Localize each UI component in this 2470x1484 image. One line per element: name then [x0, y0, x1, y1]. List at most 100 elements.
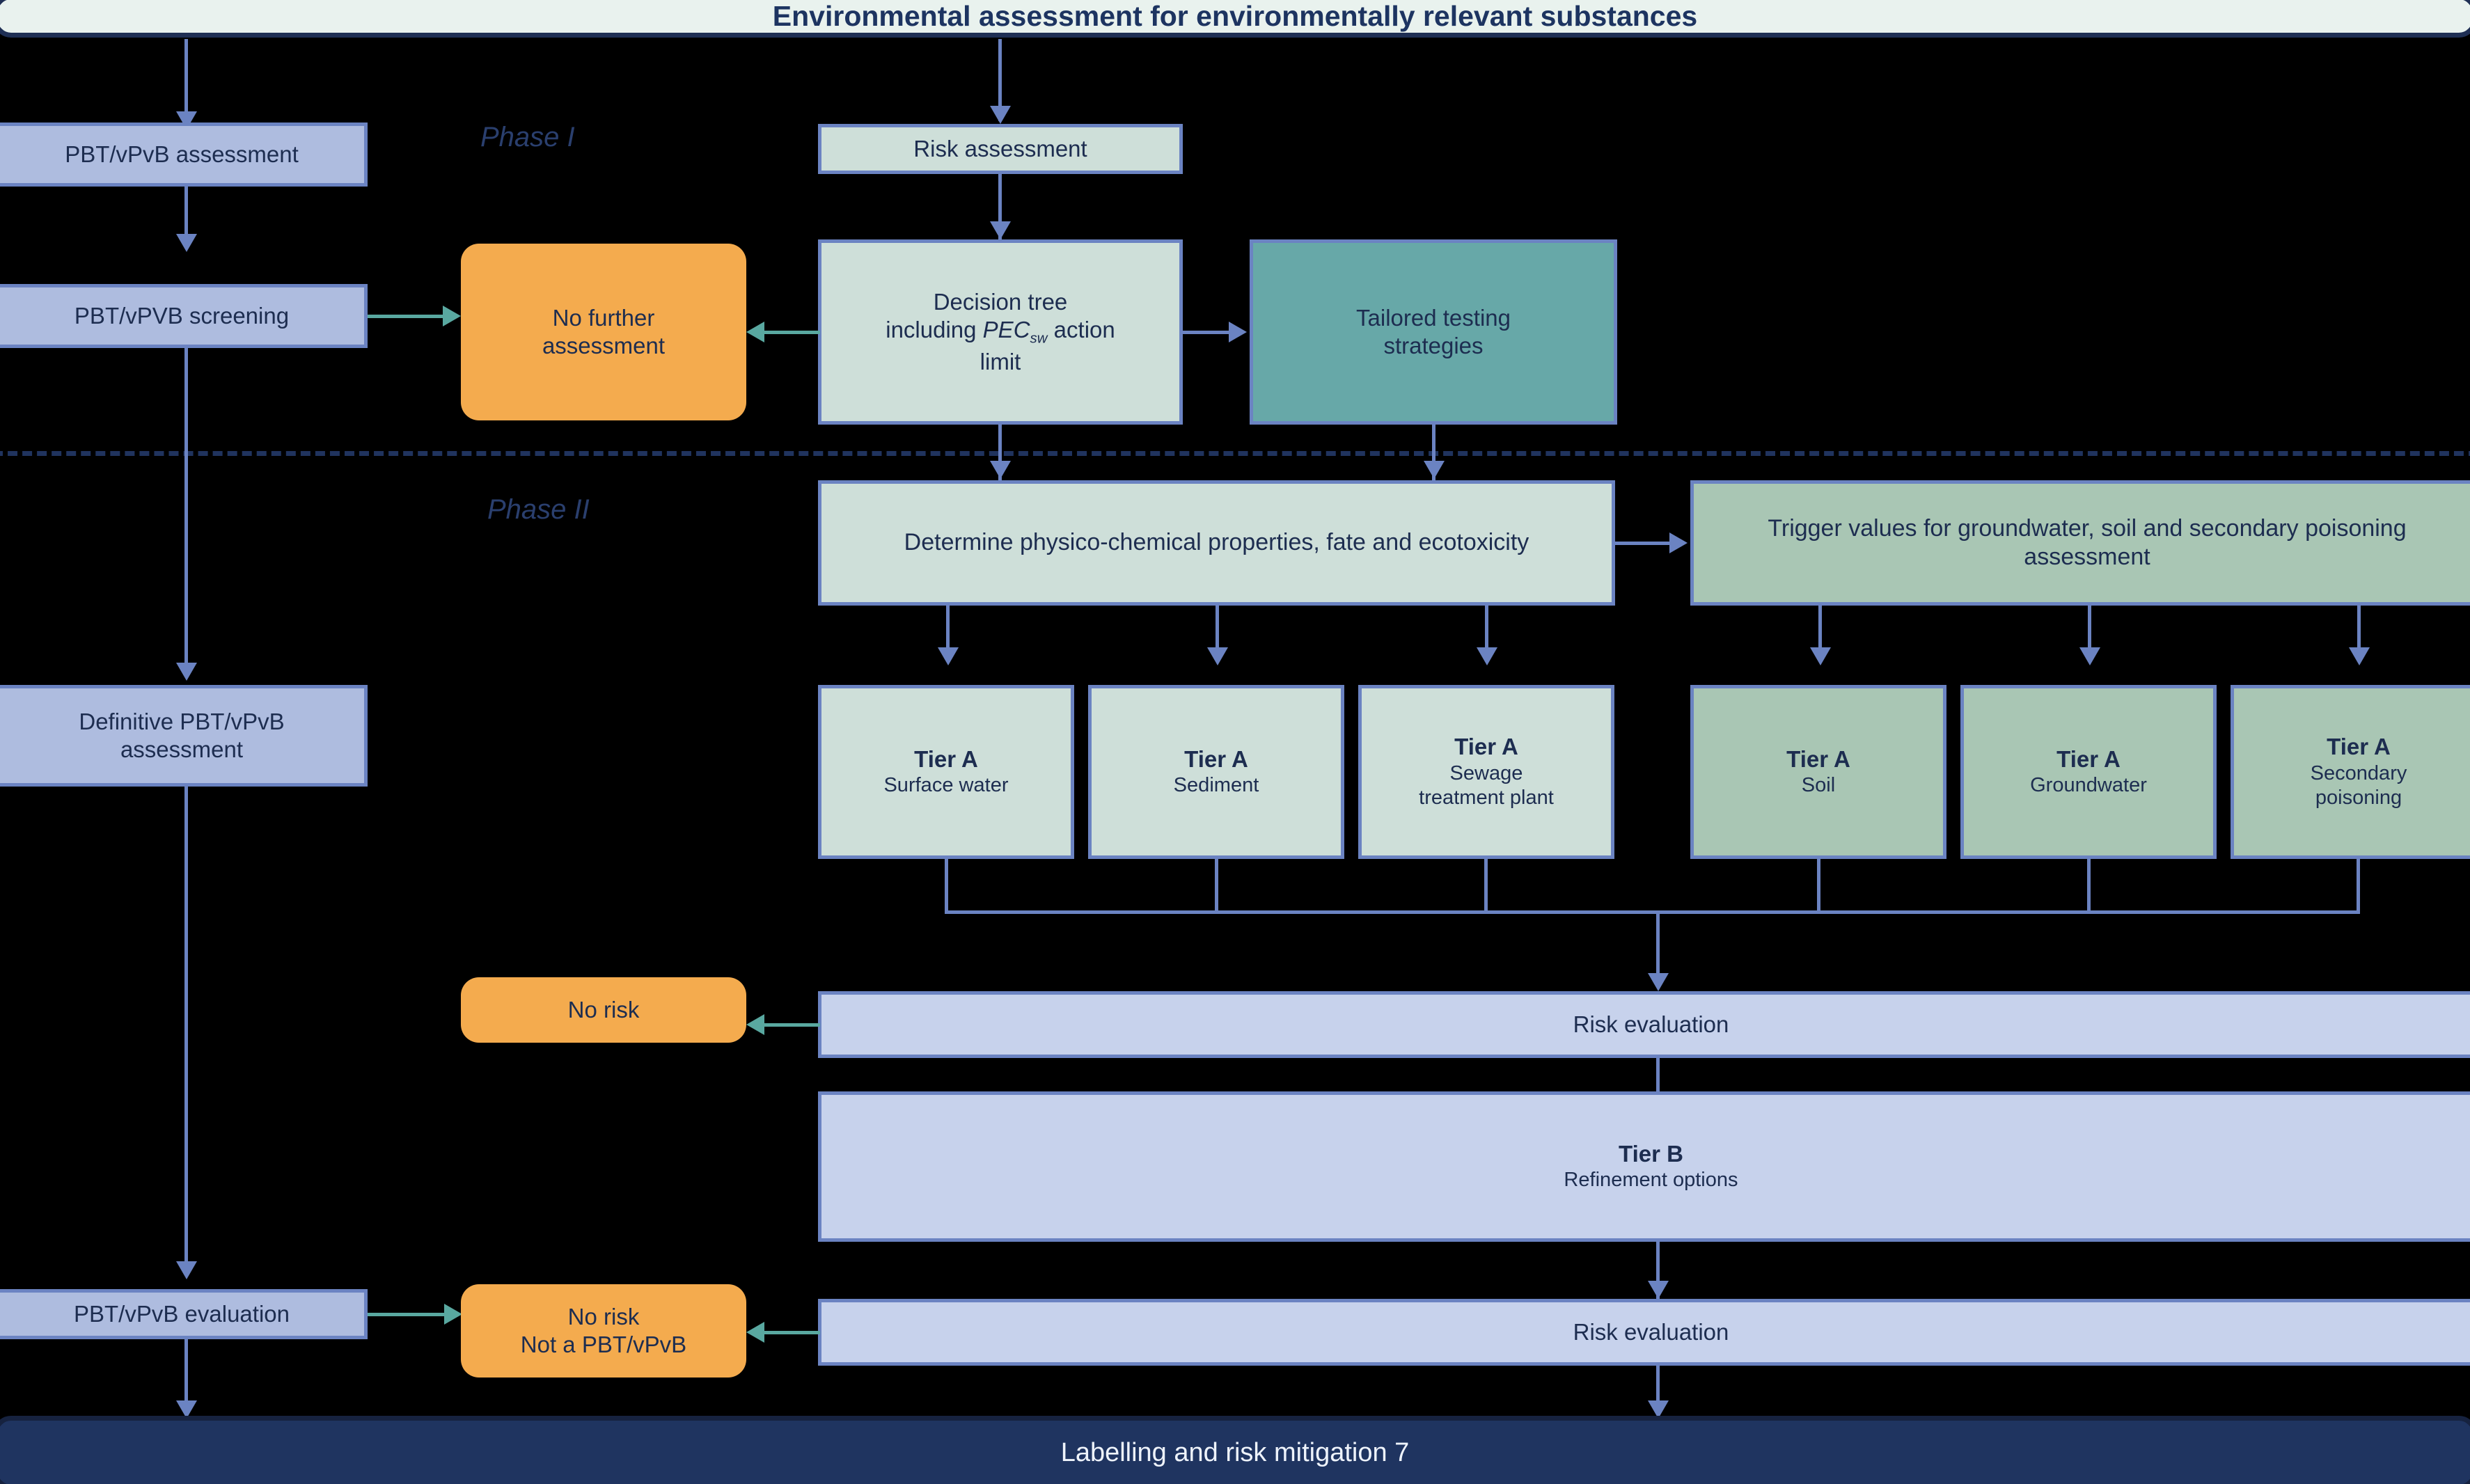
arrow-tailored-to-determine: [1424, 461, 1445, 479]
node-pbt-screening: PBT/vPVB screening: [0, 284, 368, 348]
arrow-pbt-to-screening: [176, 234, 197, 252]
node-tier-a-soil: Tier A Soil: [1690, 685, 1946, 859]
flowchart-canvas: Environmental assessment for environment…: [0, 0, 2470, 1484]
connector-header-to-pbt: [184, 39, 188, 121]
footer-banner: Labelling and risk mitigation 7: [0, 1416, 2470, 1484]
connector-decisiontree-to-nofurther: [764, 331, 820, 334]
arrow-screening-to-nofurther: [443, 306, 461, 326]
arrow-determine-to-trigger: [1669, 532, 1688, 553]
node-tailored-testing-strategies: Tailored testing strategies: [1250, 239, 1617, 425]
connector-definitive-to-evaluation: [184, 787, 188, 1274]
tier-a-stp-compartment: Sewage treatment plant: [1419, 761, 1554, 810]
node-pbt-assessment: PBT/vPvB assessment: [0, 123, 368, 187]
bus-drop-groundwater: [2087, 859, 2091, 913]
arrow-decisiontree-to-tailored: [1229, 322, 1247, 342]
arrow-decisiontree-to-nofurther: [746, 322, 764, 342]
node-tier-a-groundwater: Tier A Groundwater: [1960, 685, 2217, 859]
node-pbt-assessment-label: PBT/vPvB assessment: [65, 141, 299, 167]
node-pbt-evaluation-label: PBT/vPvB evaluation: [74, 1300, 290, 1327]
node-decision-tree-line3: limit: [980, 348, 1021, 374]
connector-determine-to-trigger: [1615, 542, 1671, 545]
arrow-riskeval1-to-norisk: [746, 1014, 764, 1035]
tier-a-stp-tier: Tier A: [1454, 734, 1518, 760]
node-no-further-assessment-label: No further assessment: [542, 304, 666, 358]
arrow-header-to-risk-assessment: [990, 106, 1011, 124]
tier-a-secondary-poisoning-tier: Tier A: [2327, 734, 2391, 760]
bus-drop-sediment: [1215, 859, 1218, 913]
arrow-bus-to-risk-evaluation: [1648, 973, 1669, 991]
arrow-determine-to-tier-surfacewater: [938, 647, 959, 665]
connector-decisiontree-to-tailored: [1183, 331, 1232, 334]
node-definitive-pbt-label: Definitive PBT/vPvB assessment: [79, 708, 285, 762]
arrow-evaluation-to-norisk-notpbt: [444, 1304, 462, 1325]
arrow-determine-to-tier-stp: [1477, 647, 1497, 665]
connector-screening-to-definitive: [184, 348, 188, 674]
connector-riskeval1-to-norisk: [764, 1023, 820, 1027]
node-tier-b-title: Tier B: [1619, 1141, 1683, 1167]
node-pbt-evaluation: PBT/vPvB evaluation: [0, 1289, 368, 1339]
node-risk-assessment: Risk assessment: [818, 124, 1183, 174]
node-decision-tree-line2: including PECsw action: [886, 316, 1115, 348]
arrow-tierb-to-riskeval2: [1648, 1281, 1669, 1299]
bus-drop-secondary-poisoning: [2357, 859, 2360, 913]
tier-a-soil-tier: Tier A: [1786, 746, 1850, 773]
arrow-trigger-to-tier-groundwater: [2079, 647, 2100, 665]
tier-a-secondary-poisoning-compartment: Secondary poisoning: [2310, 761, 2407, 810]
bus-drop-stp: [1484, 859, 1488, 913]
node-tier-a-surface-water: Tier A Surface water: [818, 685, 1074, 859]
node-determine-properties-label: Determine physico-chemical properties, f…: [904, 529, 1529, 556]
decision-tree-pec-subscript: sw: [1030, 330, 1048, 347]
node-trigger-values: Trigger values for groundwater, soil and…: [1690, 480, 2470, 606]
tier-a-surface-water-tier: Tier A: [914, 746, 978, 773]
node-tier-b-subtitle: Refinement options: [1564, 1169, 1738, 1192]
tier-a-groundwater-tier: Tier A: [2056, 746, 2121, 773]
footer-title: Labelling and risk mitigation 7: [1060, 1437, 1410, 1467]
tier-a-sediment-compartment: Sediment: [1173, 774, 1259, 797]
tier-a-surface-water-compartment: Surface water: [883, 774, 1009, 797]
collector-bus: [945, 910, 2360, 914]
tier-a-sediment-tier: Tier A: [1184, 746, 1248, 773]
decision-tree-pec: PEC: [982, 317, 1030, 343]
node-no-risk-not-a-pbt: No risk Not a PBT/vPvB: [461, 1284, 746, 1378]
node-decision-tree: Decision tree including PECsw action lim…: [818, 239, 1183, 425]
node-risk-evaluation-2-label: Risk evaluation: [1573, 1318, 1729, 1345]
phase-divider: [0, 451, 2470, 456]
node-tier-a-secondary-poisoning: Tier A Secondary poisoning: [2231, 685, 2470, 859]
arrow-definitive-to-evaluation: [176, 1261, 197, 1279]
node-tier-a-sediment: Tier A Sediment: [1088, 685, 1344, 859]
arrow-riskassessment-to-decisiontree: [990, 221, 1011, 239]
tier-a-soil-compartment: Soil: [1801, 774, 1836, 797]
node-decision-tree-line1: Decision tree: [933, 288, 1068, 315]
decision-tree-action: action: [1047, 317, 1115, 343]
node-no-risk-not-pbt-line2: Not a PBT/vPvB: [520, 1332, 687, 1357]
arrow-riskeval2-to-norisk-notpbt: [746, 1322, 764, 1343]
phase-1-label: Phase I: [480, 122, 575, 152]
node-tier-a-sewage-treatment-plant: Tier A Sewage treatment plant: [1358, 685, 1614, 859]
arrow-trigger-to-tier-secondary-poisoning: [2349, 647, 2370, 665]
connector-evaluation-to-norisk-notpbt: [368, 1313, 450, 1316]
node-tier-b: Tier B Refinement options: [818, 1091, 2470, 1242]
header-title: Environmental assessment for environment…: [772, 0, 1698, 32]
node-no-risk: No risk: [461, 977, 746, 1043]
node-pbt-screening-label: PBT/vPVB screening: [74, 302, 290, 329]
connector-riskeval2-to-norisk-notpbt: [764, 1331, 820, 1334]
tier-a-groundwater-compartment: Groundwater: [2030, 774, 2147, 797]
node-no-risk-label: No risk: [567, 996, 640, 1023]
node-no-risk-not-pbt-line1: No risk: [567, 1303, 640, 1329]
bus-drop-surface-water: [945, 859, 948, 913]
node-trigger-values-label: Trigger values for groundwater, soil and…: [1768, 514, 2407, 570]
node-definitive-pbt-assessment: Definitive PBT/vPvB assessment: [0, 685, 368, 787]
decision-tree-including: including: [886, 317, 983, 343]
node-risk-evaluation-1: Risk evaluation: [818, 991, 2470, 1058]
node-risk-evaluation-2: Risk evaluation: [818, 1299, 2470, 1366]
node-risk-evaluation-1-label: Risk evaluation: [1573, 1011, 1729, 1037]
node-determine-properties: Determine physico-chemical properties, f…: [818, 480, 1615, 606]
arrow-trigger-to-tier-soil: [1810, 647, 1831, 665]
arrow-decisiontree-to-determine: [990, 461, 1011, 479]
arrow-screening-to-definitive: [176, 663, 197, 681]
node-no-further-assessment: No further assessment: [461, 244, 746, 420]
bus-drop-soil: [1817, 859, 1820, 913]
node-tailored-testing-label: Tailored testing strategies: [1356, 304, 1511, 358]
phase-2-label: Phase II: [487, 494, 590, 525]
arrow-determine-to-tier-sediment: [1207, 647, 1228, 665]
